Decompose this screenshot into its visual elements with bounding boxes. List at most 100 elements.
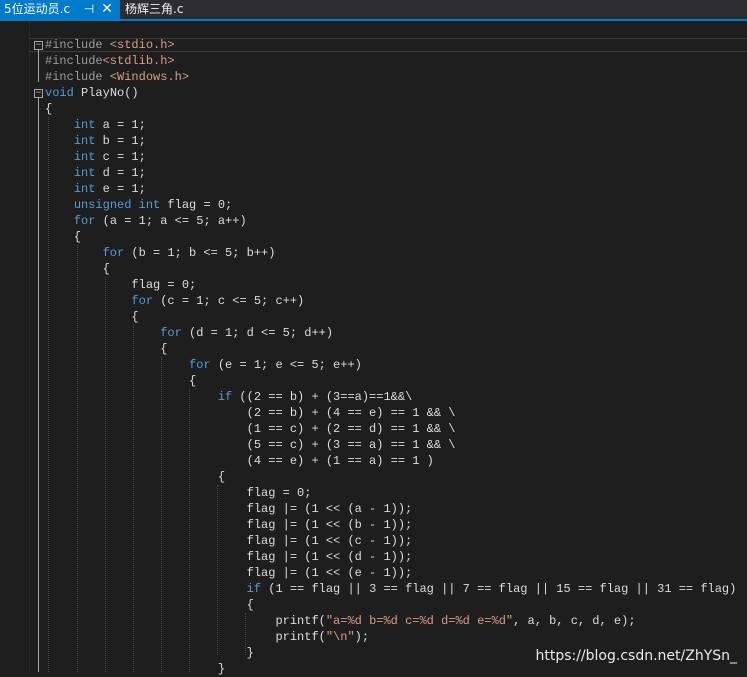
code-line[interactable]: int b = 1; <box>45 133 736 149</box>
code-token: flag = 0; <box>45 486 312 500</box>
keyword-token: int <box>73 134 96 148</box>
code-line[interactable]: flag |= (1 << (e - 1)); <box>45 565 736 581</box>
preprocessor-token: #include <box>45 38 110 52</box>
code-line[interactable]: (2 == b) + (4 == e) == 1 && \ <box>45 405 736 421</box>
code-line[interactable]: { <box>45 101 736 117</box>
string-token: <stdlib.h> <box>102 54 175 68</box>
code-line[interactable]: int a = 1; <box>45 117 736 133</box>
code-line[interactable]: (1 == c) + (2 == d) == 1 && \ <box>45 421 736 437</box>
string-token: <stdio.h> <box>109 38 175 52</box>
code-line[interactable]: for (e = 1; e <= 5; e++) <box>45 357 736 373</box>
code-token: ); <box>354 630 370 644</box>
code-line[interactable]: int e = 1; <box>45 181 736 197</box>
keyword-token: for <box>160 326 182 340</box>
code-line[interactable]: if ((2 == b) + (3==a)==1&&\ <box>45 389 736 405</box>
code-line[interactable]: void PlayNo() <box>45 85 736 101</box>
tab-file-active[interactable]: 5位运动员.c ⊣ ✕ <box>0 0 120 19</box>
keyword-token: for <box>131 294 154 308</box>
code-token: printf( <box>45 614 326 628</box>
code-line[interactable]: for (d = 1; d <= 5; d++) <box>45 325 736 341</box>
code-token: a = 1; <box>95 118 146 132</box>
code-token: e = 1; <box>95 182 146 196</box>
code-line[interactable]: { <box>45 229 736 245</box>
code-token: (c = 1; c <= 5; c++) <box>153 294 305 308</box>
keyword-token: if <box>217 390 233 404</box>
code-token: { <box>45 374 197 388</box>
code-line[interactable]: { <box>45 469 736 485</box>
code-line[interactable]: printf("\n"); <box>45 629 736 645</box>
fold-line <box>38 50 39 82</box>
code-line[interactable]: for (a = 1; a <= 5; a++) <box>45 213 736 229</box>
keyword-token: void <box>45 86 74 100</box>
code-token: (1 == flag || 3 == flag || 7 == flag || … <box>261 582 737 596</box>
code-token: (4 == e) + (1 == a) == 1 ) <box>45 454 434 468</box>
collapse-icon[interactable]: − <box>34 41 43 50</box>
code-line[interactable]: #include <Windows.h> <box>45 69 736 85</box>
code-line[interactable]: flag |= (1 << (a - 1)); <box>45 501 736 517</box>
code-token: flag |= (1 << (d - 1)); <box>45 550 413 564</box>
code-token: , a, b, c, d, e); <box>513 614 636 628</box>
code-token: flag = 0; <box>45 278 197 292</box>
code-line[interactable]: printf("a=%d b=%d c=%d d=%d e=%d", a, b,… <box>45 613 736 629</box>
code-token: { <box>45 230 82 244</box>
editor-margin <box>0 21 29 672</box>
code-line[interactable]: unsigned int flag = 0; <box>45 197 736 213</box>
keyword-token: for <box>102 246 125 260</box>
code-line[interactable]: (4 == e) + (1 == a) == 1 ) <box>45 453 736 469</box>
keyword-token: int <box>73 166 96 180</box>
code-token: (a = 1; a <= 5; a++) <box>95 214 247 228</box>
code-token: (b = 1; b <= 5; b++) <box>124 246 276 260</box>
code-token: (2 == b) + (4 == e) == 1 && \ <box>45 406 456 420</box>
tab-file-inactive[interactable]: 杨辉三角.c <box>121 0 211 19</box>
code-line[interactable]: flag |= (1 << (d - 1)); <box>45 549 736 565</box>
close-icon[interactable]: ✕ <box>100 0 114 19</box>
fold-line <box>38 98 39 672</box>
code-token: b = 1; <box>95 134 146 148</box>
tab-bar: 5位运动员.c ⊣ ✕ 杨辉三角.c <box>0 0 747 19</box>
code-line[interactable]: { <box>45 261 736 277</box>
code-line[interactable]: flag |= (1 << (b - 1)); <box>45 517 736 533</box>
code-token: { <box>45 342 168 356</box>
code-line[interactable]: for (c = 1; c <= 5; c++) <box>45 293 736 309</box>
code-line[interactable]: for (b = 1; b <= 5; b++) <box>45 245 736 261</box>
tab-accent-line <box>0 19 747 21</box>
preprocessor-token: #include <box>45 70 110 84</box>
keyword-token: int <box>73 150 96 164</box>
pin-icon[interactable]: ⊣ <box>82 0 96 19</box>
code-editor[interactable]: #include <stdio.h> #include<stdlib.h> #inc… <box>45 37 736 677</box>
code-line[interactable]: { <box>45 341 736 357</box>
code-line[interactable]: flag = 0; <box>45 485 736 501</box>
collapse-icon[interactable]: − <box>34 89 43 98</box>
code-line[interactable]: int c = 1; <box>45 149 736 165</box>
code-token: flag |= (1 << (b - 1)); <box>45 518 413 532</box>
code-token: { <box>45 470 226 484</box>
code-token: } <box>45 646 254 660</box>
code-token: flag |= (1 << (a - 1)); <box>45 502 413 516</box>
keyword-token: int <box>138 198 161 212</box>
keyword-token: int <box>73 182 96 196</box>
code-line[interactable]: flag = 0; <box>45 277 736 293</box>
keyword-token: int <box>73 118 96 132</box>
watermark: https://blog.csdn.net/ZhYSn_ <box>535 648 737 664</box>
code-line[interactable]: int d = 1; <box>45 165 736 181</box>
code-line[interactable]: #include <stdio.h> <box>45 37 736 53</box>
code-line[interactable]: #include<stdlib.h> <box>45 53 736 69</box>
code-line[interactable]: { <box>45 597 736 613</box>
code-line[interactable]: { <box>45 309 736 325</box>
code-token: } <box>45 662 226 676</box>
code-line[interactable]: flag |= (1 << (c - 1)); <box>45 533 736 549</box>
code-token: (e = 1; e <= 5; e++) <box>210 358 362 372</box>
code-line[interactable]: (5 == c) + (3 == a) == 1 && \ <box>45 437 736 453</box>
code-token: { <box>45 102 53 116</box>
code-line[interactable]: { <box>45 373 736 389</box>
code-line[interactable]: if (1 == flag || 3 == flag || 7 == flag … <box>45 581 737 597</box>
